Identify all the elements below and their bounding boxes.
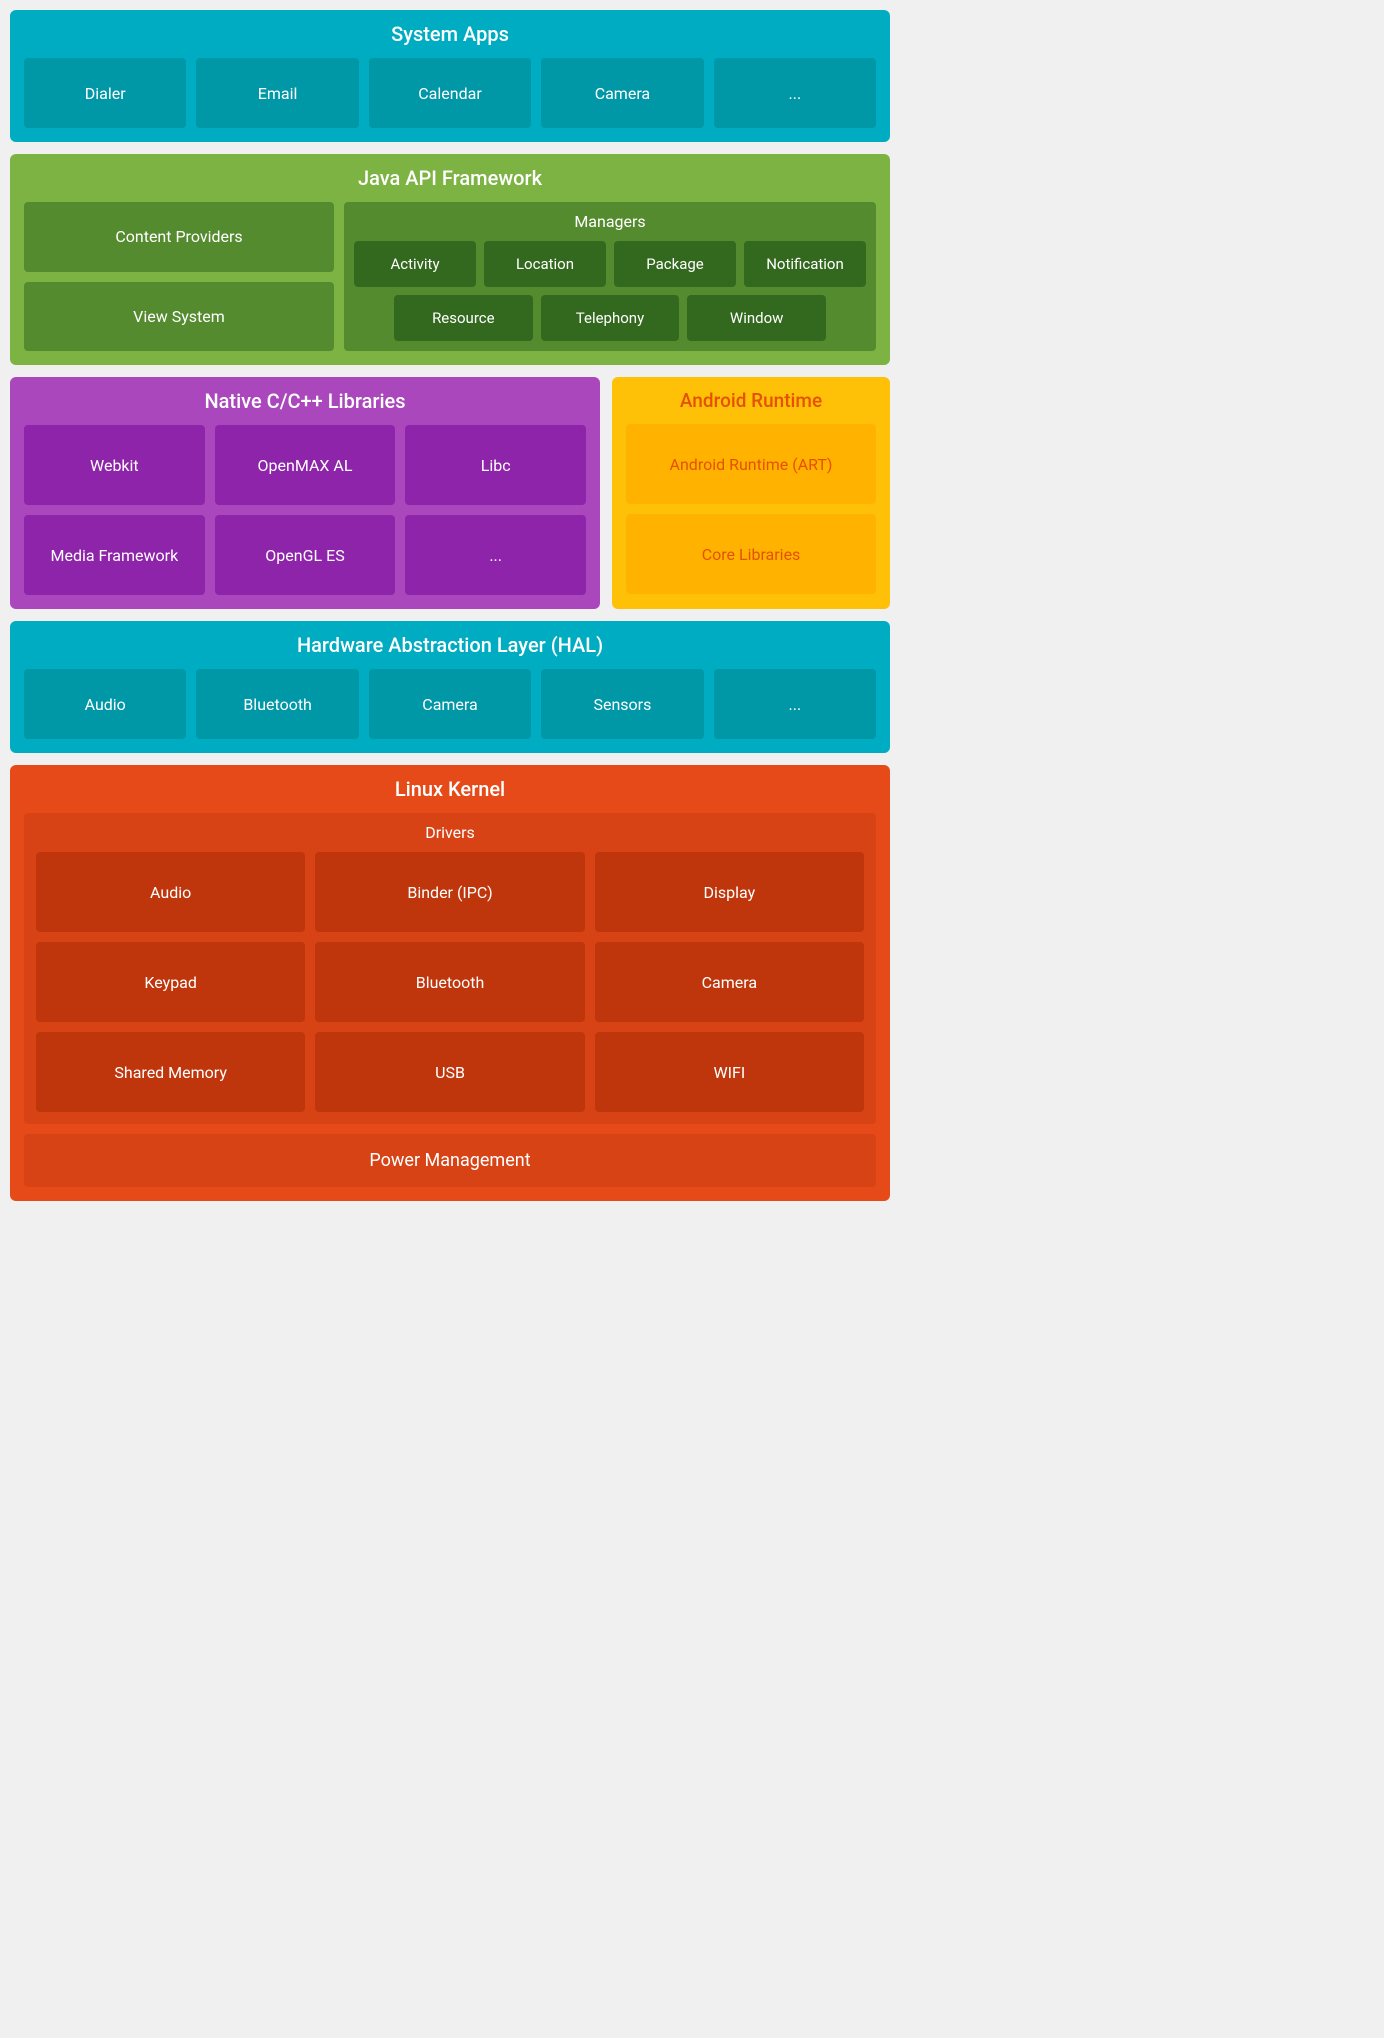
native-lib-card: Libc — [405, 425, 586, 505]
hal-layer: Hardware Abstraction Layer (HAL) AudioBl… — [10, 621, 890, 753]
hal-card: Audio — [24, 669, 186, 739]
native-lib-card: OpenGL ES — [215, 515, 396, 595]
system-apps-layer: System Apps DialerEmailCalendarCamera... — [10, 10, 890, 142]
native-lib-card: Media Framework — [24, 515, 205, 595]
drivers-grid: AudioBinder (IPC)Display KeypadBluetoothC… — [36, 852, 864, 1112]
system-app-card: ... — [714, 58, 876, 128]
native-libs-layer: Native C/C++ Libraries WebkitOpenMAX ALL… — [10, 377, 600, 609]
linux-kernel-layer: Linux Kernel Drivers AudioBinder (IPC)Di… — [10, 765, 890, 1201]
hal-cards: AudioBluetoothCameraSensors... — [24, 669, 876, 739]
native-runtime-row: Native C/C++ Libraries WebkitOpenMAX ALL… — [10, 377, 890, 609]
hal-title: Hardware Abstraction Layer (HAL) — [24, 633, 876, 657]
manager-card: Telephony — [541, 295, 680, 341]
drivers-section: Drivers AudioBinder (IPC)Display KeypadBl… — [24, 813, 876, 1124]
system-apps-cards: DialerEmailCalendarCamera... — [24, 58, 876, 128]
driver-card: Camera — [595, 942, 864, 1022]
java-api-inner: Content Providers View System Managers A… — [24, 202, 876, 351]
driver-card: Audio — [36, 852, 305, 932]
driver-card: Display — [595, 852, 864, 932]
system-apps-title: System Apps — [24, 22, 876, 46]
android-runtime-title: Android Runtime — [626, 389, 876, 412]
driver-card: Bluetooth — [315, 942, 584, 1022]
content-providers-card: Content Providers — [24, 202, 334, 272]
java-api-layer: Java API Framework Content Providers Vie… — [10, 154, 890, 365]
driver-card: USB — [315, 1032, 584, 1112]
native-libs-title: Native C/C++ Libraries — [24, 389, 586, 413]
android-runtime-layer: Android Runtime Android Runtime (ART) Cor… — [612, 377, 890, 609]
java-api-left: Content Providers View System — [24, 202, 334, 351]
managers-row2: ResourceTelephonyWindow — [354, 295, 866, 341]
driver-card: Shared Memory — [36, 1032, 305, 1112]
view-system-card: View System — [24, 282, 334, 352]
power-management: Power Management — [24, 1134, 876, 1187]
java-api-title: Java API Framework — [24, 166, 876, 190]
driver-card: Binder (IPC) — [315, 852, 584, 932]
manager-card: Location — [484, 241, 606, 287]
native-libs-cards: WebkitOpenMAX ALLibc Media FrameworkOpenG… — [24, 425, 586, 595]
hal-card: Camera — [369, 669, 531, 739]
manager-card: Activity — [354, 241, 476, 287]
system-app-card: Dialer — [24, 58, 186, 128]
system-app-card: Email — [196, 58, 358, 128]
system-app-card: Calendar — [369, 58, 531, 128]
hal-card: Bluetooth — [196, 669, 358, 739]
manager-card: Notification — [744, 241, 866, 287]
android-runtime-card: Android Runtime (ART) — [626, 424, 876, 504]
drivers-title: Drivers — [36, 823, 864, 842]
android-runtime-card: Core Libraries — [626, 514, 876, 594]
managers-row1: ActivityLocationPackageNotification — [354, 241, 866, 287]
hal-card: ... — [714, 669, 876, 739]
manager-card: Resource — [394, 295, 533, 341]
manager-card: Window — [687, 295, 826, 341]
native-lib-card: ... — [405, 515, 586, 595]
managers-title: Managers — [354, 212, 866, 231]
manager-card: Package — [614, 241, 736, 287]
system-app-card: Camera — [541, 58, 703, 128]
native-lib-card: OpenMAX AL — [215, 425, 396, 505]
java-api-right: Managers ActivityLocationPackageNotifica… — [344, 202, 876, 351]
linux-kernel-title: Linux Kernel — [24, 777, 876, 801]
driver-card: WIFI — [595, 1032, 864, 1112]
native-lib-card: Webkit — [24, 425, 205, 505]
hal-card: Sensors — [541, 669, 703, 739]
driver-card: Keypad — [36, 942, 305, 1022]
